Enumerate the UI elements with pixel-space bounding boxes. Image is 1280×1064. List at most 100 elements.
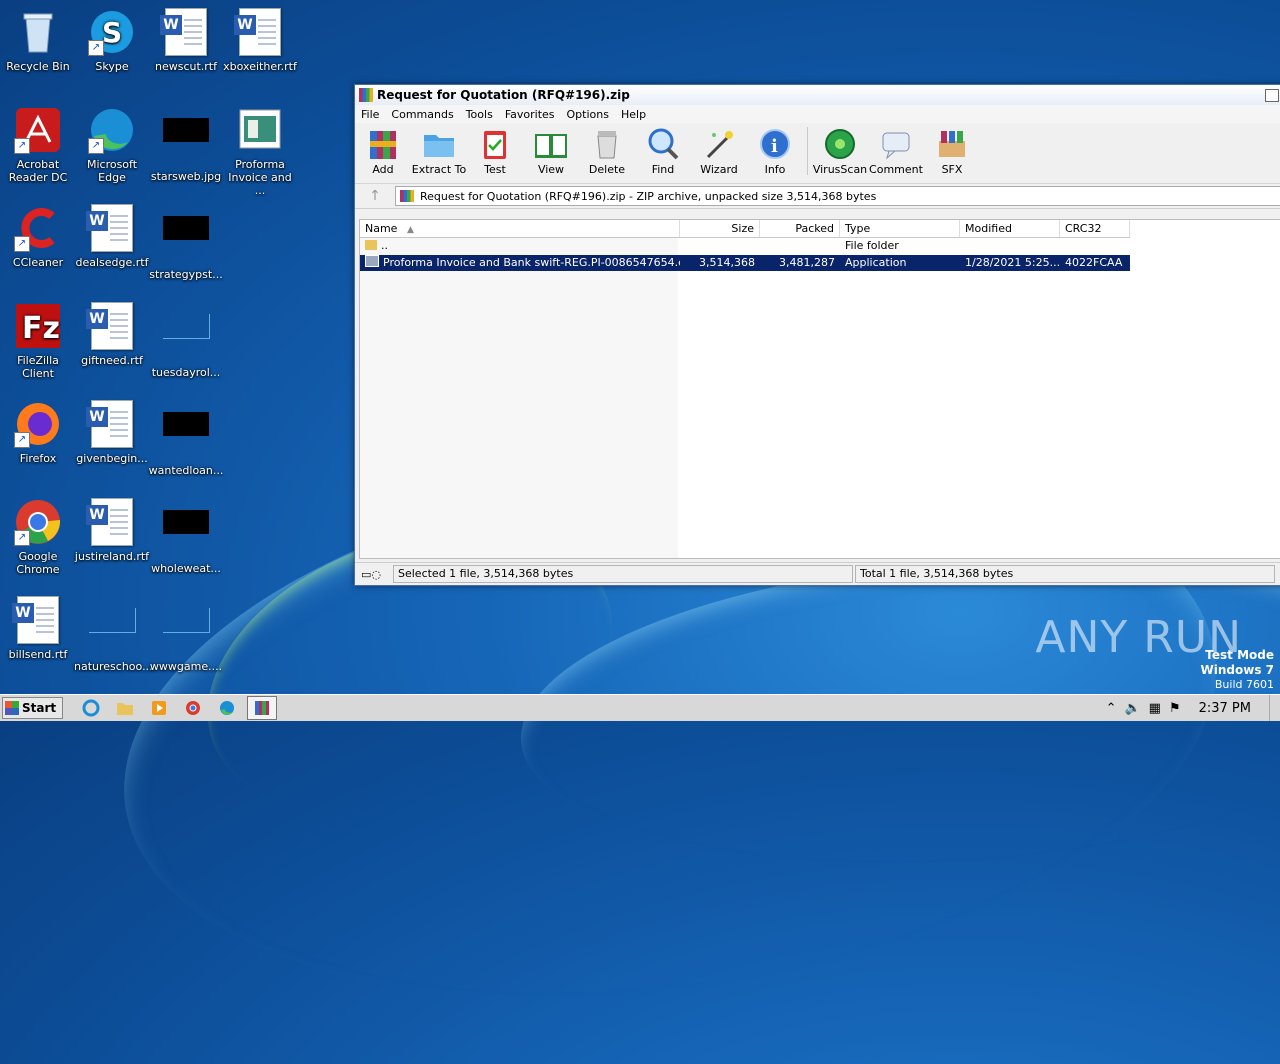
add-button[interactable]: Add bbox=[355, 127, 411, 176]
taskbar-clock[interactable]: 2:37 PM bbox=[1199, 701, 1251, 716]
blank-file-icon bbox=[162, 608, 210, 633]
name-column-background bbox=[360, 237, 678, 558]
desktop-icon-edge[interactable]: ↗ Microsoft Edge bbox=[74, 106, 150, 184]
desktop-icon-firefox[interactable]: ↗ Firefox bbox=[0, 400, 76, 465]
table-row-selected[interactable]: Proforma Invoice and Bank swift-REG.PI-0… bbox=[360, 255, 1130, 271]
desktop-icon-proforma-archive[interactable]: Proforma Invoice and ... bbox=[222, 106, 298, 197]
desktop-icon-tuesdayrol[interactable]: tuesdayrol... bbox=[148, 302, 224, 379]
action-center-flag-icon[interactable]: ⚑ bbox=[1169, 701, 1181, 716]
menu-commands[interactable]: Commands bbox=[385, 108, 459, 121]
desktop-icon-newscut[interactable]: W newscut.rtf bbox=[148, 8, 224, 73]
view-button[interactable]: View bbox=[523, 127, 579, 176]
minimize-button[interactable] bbox=[1265, 89, 1279, 102]
menu-favorites[interactable]: Favorites bbox=[499, 108, 561, 121]
folder-icon bbox=[365, 240, 377, 250]
menu-tools[interactable]: Tools bbox=[460, 108, 499, 121]
winrar-taskbar-icon[interactable] bbox=[247, 696, 278, 720]
acrobat-icon: ↗ bbox=[14, 106, 62, 154]
start-button[interactable]: Start bbox=[2, 697, 64, 719]
skype-icon: S ↗ bbox=[88, 8, 136, 56]
desktop-icon-xboxeither[interactable]: W xboxeither.rtf bbox=[222, 8, 298, 73]
delete-button[interactable]: Delete bbox=[579, 127, 635, 176]
show-desktop-button[interactable] bbox=[1269, 695, 1280, 721]
filezilla-icon: Fz bbox=[14, 302, 62, 350]
toolbar-separator bbox=[807, 127, 808, 175]
menu-help[interactable]: Help bbox=[615, 108, 652, 121]
desktop-icon-billsend[interactable]: W billsend.rtf bbox=[0, 596, 76, 661]
speaker-icon[interactable]: 🔈 bbox=[1124, 701, 1140, 716]
word-doc-icon: W bbox=[86, 204, 133, 252]
word-doc-icon: W bbox=[12, 596, 59, 644]
add-archive-icon bbox=[365, 127, 401, 161]
menu-options[interactable]: Options bbox=[561, 108, 615, 121]
desktop-icon-recycle-bin[interactable]: Recycle Bin bbox=[0, 8, 76, 73]
book-view-icon bbox=[533, 127, 569, 161]
column-header-packed[interactable]: Packed bbox=[760, 220, 840, 237]
blank-file-icon bbox=[88, 608, 136, 633]
table-row[interactable]: .. File folder bbox=[360, 238, 1130, 254]
word-doc-icon: W bbox=[160, 8, 207, 56]
winrar-archive-icon bbox=[236, 106, 284, 154]
desktop-icon-strategypst[interactable]: strategypst... bbox=[148, 204, 224, 281]
info-button[interactable]: i Info bbox=[747, 127, 803, 176]
desktop-icon-ccleaner[interactable]: ↗ CCleaner bbox=[0, 204, 76, 269]
desktop-icon-giftneed[interactable]: W giftneed.rtf bbox=[74, 302, 150, 367]
shortcut-arrow-icon: ↗ bbox=[14, 236, 30, 252]
taskbar: Start ⌃ 🔈 ▦ ⚑ 2:37 PM bbox=[0, 694, 1280, 721]
desktop-icon-starsweb[interactable]: starsweb.jpg bbox=[148, 106, 224, 183]
drive-icon: ▭◌ bbox=[361, 567, 381, 581]
test-button[interactable]: Test bbox=[467, 127, 523, 176]
sfx-button[interactable]: SFX bbox=[924, 127, 980, 176]
archive-path-field[interactable]: Request for Quotation (RFQ#196).zip - ZI… bbox=[395, 186, 1280, 206]
desktop-icon-skype[interactable]: S ↗ Skype bbox=[74, 8, 150, 73]
shortcut-arrow-icon: ↗ bbox=[14, 530, 30, 546]
explorer-taskbar-icon[interactable] bbox=[111, 697, 139, 719]
desktop-icon-wantedloan[interactable]: wantedloan... bbox=[148, 400, 224, 477]
desktop-icon-filezilla[interactable]: Fz FileZilla Client bbox=[0, 302, 76, 380]
shortcut-arrow-icon: ↗ bbox=[88, 40, 104, 56]
clipboard-check-icon bbox=[477, 127, 513, 161]
winrar-window[interactable]: Request for Quotation (RFQ#196).zip File… bbox=[354, 84, 1280, 586]
column-header-crc32[interactable]: CRC32 bbox=[1060, 220, 1130, 237]
extract-to-button[interactable]: Extract To bbox=[411, 127, 467, 176]
chrome-icon: ↗ bbox=[14, 498, 62, 546]
window-titlebar[interactable]: Request for Quotation (RFQ#196).zip bbox=[355, 85, 1280, 105]
desktop-icon-dealsedge[interactable]: W dealsedge.rtf bbox=[74, 204, 150, 269]
word-doc-icon: W bbox=[234, 8, 281, 56]
sort-asc-icon: ▲ bbox=[406, 225, 414, 235]
file-list[interactable]: Name ▲ Size Packed Type Modified CRC32 .… bbox=[359, 219, 1280, 559]
desktop-icon-wholeweat[interactable]: wholeweat... bbox=[148, 498, 224, 575]
virusscan-button[interactable]: VirusScan bbox=[812, 127, 868, 176]
shortcut-arrow-icon: ↗ bbox=[88, 138, 104, 154]
edge-icon: ↗ bbox=[88, 106, 136, 154]
menu-file[interactable]: File bbox=[355, 108, 385, 121]
desktop-icon-wwwgame[interactable]: wwwgame.... bbox=[148, 596, 224, 673]
magic-wand-icon bbox=[701, 127, 737, 161]
show-hidden-icons-icon[interactable]: ⌃ bbox=[1106, 701, 1117, 716]
sfx-icon bbox=[934, 127, 970, 161]
desktop-icon-justireland[interactable]: W justireland.rtf bbox=[74, 498, 150, 563]
desktop-icon-chrome[interactable]: ↗ Google Chrome bbox=[0, 498, 76, 576]
edge-taskbar-icon[interactable] bbox=[213, 697, 241, 719]
chrome-taskbar-icon[interactable] bbox=[179, 697, 207, 719]
column-header-modified[interactable]: Modified bbox=[960, 220, 1060, 237]
column-header-name[interactable]: Name ▲ bbox=[360, 220, 680, 237]
image-thumb-icon bbox=[163, 118, 209, 142]
comment-button[interactable]: Comment bbox=[868, 127, 924, 176]
media-player-taskbar-icon[interactable] bbox=[145, 697, 173, 719]
status-bar: ▭◌ Selected 1 file, 3,514,368 bytes Tota… bbox=[355, 562, 1280, 585]
column-header-type[interactable]: Type bbox=[840, 220, 960, 237]
desktop-icon-naturescho[interactable]: natureschoo... bbox=[74, 596, 153, 673]
desktop-icon-acrobat[interactable]: ↗ Acrobat Reader DC bbox=[0, 106, 76, 184]
find-button[interactable]: Find bbox=[635, 127, 691, 176]
exe-file-icon bbox=[365, 255, 379, 267]
trash-icon bbox=[589, 127, 625, 161]
wizard-button[interactable]: Wizard bbox=[691, 127, 747, 176]
winrar-icon bbox=[359, 88, 373, 102]
ie-taskbar-icon[interactable] bbox=[77, 697, 105, 719]
window-title: Request for Quotation (RFQ#196).zip bbox=[377, 88, 630, 102]
desktop-icon-givenbegin[interactable]: W givenbegin... bbox=[74, 400, 150, 465]
network-icon[interactable]: ▦ bbox=[1149, 701, 1161, 716]
up-arrow-icon[interactable]: ↑ bbox=[355, 188, 395, 204]
column-header-size[interactable]: Size bbox=[680, 220, 760, 237]
